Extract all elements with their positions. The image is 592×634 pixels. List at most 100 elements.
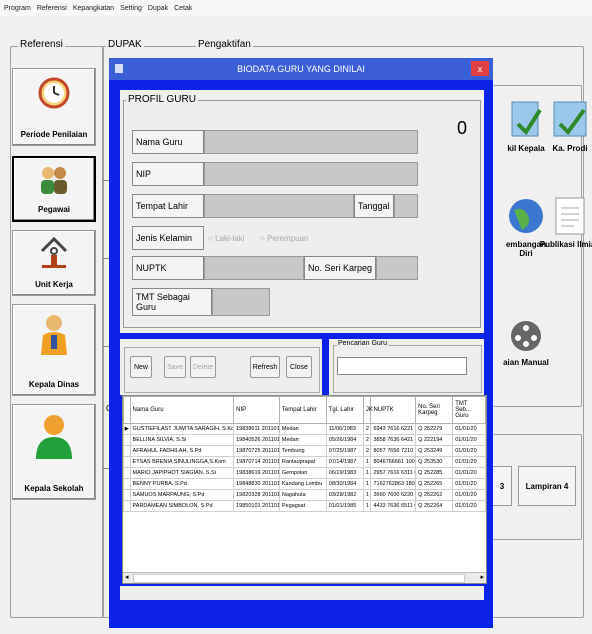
table-cell: 1 <box>362 478 372 490</box>
col-tempat-lahir[interactable]: Tempat Lahir <box>278 396 327 424</box>
kepala-dinas-button[interactable]: Kepala Dinas <box>12 304 96 396</box>
clock-icon <box>38 77 70 114</box>
delete-button[interactable]: Delete <box>190 356 216 378</box>
panduan-manual-label: aian Manual <box>503 358 549 367</box>
table-cell: 07/25/1987 <box>325 445 364 457</box>
table-cell: SAMUOS MARPAUNG, S.Pd <box>129 489 235 501</box>
table-row[interactable]: BENNY PURBA, S.Pd19848830 201101 1Kandan… <box>123 478 486 490</box>
menu-referensi[interactable]: Referensi <box>37 5 67 12</box>
house-icon <box>38 235 70 274</box>
table-row[interactable]: ETSAS BRENIA SINULINGGA,S.Kom 19870714 20… <box>123 456 486 468</box>
close-button[interactable]: Close <box>286 356 312 378</box>
scroll-right-icon[interactable]: ▸ <box>480 573 484 581</box>
nip-field[interactable] <box>204 162 418 186</box>
table-cell: BENNY PURBA, S.Pd <box>129 478 235 490</box>
table-row[interactable]: SAMUOS MARPAUNG, S.Pd19820328 201101 1Na… <box>123 489 486 501</box>
search-title: Pencarian Guru <box>337 340 389 347</box>
biodata-dialog: BIODATA GURU YANG DINILAI x PROFIL GURU … <box>109 58 493 628</box>
col-jk[interactable]: JK <box>362 396 373 424</box>
table-cell: 01/01/20 <box>452 478 486 490</box>
tmt-label: TMT Sebagai Guru <box>132 288 212 316</box>
ka-prodi-tile[interactable]: Ka. Prodi <box>532 100 592 153</box>
lampiran-3-button[interactable]: 3 <box>493 466 512 506</box>
table-cell: 2 <box>362 423 372 435</box>
panduan-manual-tile[interactable]: aian Manual <box>488 318 564 367</box>
col-nama-guru[interactable]: Nama Guru <box>129 396 235 424</box>
table-cell: 3660 7600 6220 0003 <box>370 489 417 501</box>
table-cell: 6943 7616 6221 0113 <box>370 423 417 435</box>
col-tmt[interactable]: TMT Seb... Guru <box>452 396 486 424</box>
periode-penilaian-button[interactable]: Periode Penilaian <box>12 68 96 146</box>
table-cell: 1 <box>362 489 372 501</box>
table-cell: Pegagsat <box>278 500 327 512</box>
table-cell: 8057 7656 7210 0043 <box>370 445 417 457</box>
kepala-sekolah-button[interactable]: Kepala Sekolah <box>12 404 96 500</box>
nuptk-field[interactable] <box>204 256 304 280</box>
tanggal-field[interactable] <box>394 194 418 218</box>
search-panel: Pencarian Guru <box>329 339 484 395</box>
table-cell: 01/01/20 <box>452 434 486 446</box>
karpeg-field[interactable] <box>376 256 418 280</box>
refresh-button[interactable]: Refresh <box>250 356 280 378</box>
nama-guru-field[interactable] <box>204 130 418 154</box>
table-cell: Q 253530 <box>415 456 454 468</box>
new-button[interactable]: New <box>130 356 152 378</box>
menu-setting[interactable]: Setting <box>120 5 142 12</box>
menu-cetak[interactable]: Cetak <box>174 5 192 12</box>
table-cell: 19838619 201101 1 <box>233 467 280 479</box>
prodi-icon <box>553 101 587 137</box>
film-reel-icon <box>511 321 541 351</box>
publikasi-ilmiah-tile[interactable]: Publikasi Ilmiah <box>532 196 592 249</box>
table-cell: Medan <box>278 423 327 435</box>
scroll-thumb[interactable] <box>133 574 465 583</box>
guru-table[interactable]: Nama Guru NIP Tempat Lahir Tgl. Lahir JK… <box>122 395 487 584</box>
table-cell: 19820328 201101 1 <box>233 489 280 501</box>
app-icon <box>115 64 123 73</box>
horizontal-scrollbar[interactable]: ◂ ▸ <box>123 572 486 583</box>
table-cell: 19838611 201101 2 <box>233 423 280 435</box>
menu-kepangkatan[interactable]: Kepangkatan <box>73 5 114 12</box>
table-row[interactable]: AFRAHUL FADHILAH, S.Pd19870725 201101 2T… <box>123 445 486 457</box>
table-cell: Rantauprapat <box>278 456 327 468</box>
person-icon <box>37 313 71 362</box>
kepala-sekolah-label: Kepala Sekolah <box>24 484 84 493</box>
col-tgl-lahir[interactable]: Tgl. Lahir <box>325 396 364 424</box>
search-input[interactable] <box>337 357 467 375</box>
col-nuptk[interactable]: NUPTK <box>370 396 417 424</box>
menu-dupak[interactable]: Dupak <box>148 5 168 12</box>
table-cell: 01/01/20 <box>452 467 486 479</box>
table-cell: Q 252265 <box>415 478 454 490</box>
tmt-field[interactable] <box>212 288 270 316</box>
close-icon[interactable]: x <box>471 61 489 76</box>
table-cell: Gempolan <box>278 467 327 479</box>
table-cell: 05/26/1984 <box>325 434 364 446</box>
table-row[interactable]: MARIO JAPIPHOT SIAGIAN, S.Si 19838619 201… <box>123 467 486 479</box>
unit-kerja-button[interactable]: Unit Kerja <box>12 230 96 296</box>
table-cell: 1 <box>362 467 372 479</box>
lampiran-4-button[interactable]: Lampiran 4 <box>518 466 576 506</box>
table-row[interactable]: ▶ GUSTIEFILAST JUWITA SARAGIH, S.Kom 19838… <box>123 423 486 435</box>
col-karpeg[interactable]: No. Seri Karpeg <box>415 396 454 424</box>
scroll-left-icon[interactable]: ◂ <box>125 573 129 581</box>
perempuan-radio[interactable]: ○ Perempuan <box>260 234 308 243</box>
publikasi-ilmiah-label: Publikasi Ilmiah <box>539 240 592 249</box>
table-cell: Q 222194 <box>415 434 454 446</box>
save-button[interactable]: Save <box>164 356 186 378</box>
perempuan-label: Perempuan <box>267 234 309 243</box>
table-row[interactable]: BELLINA SILVIA, S.Si19840526 201101 2Med… <box>123 434 486 446</box>
table-cell: 19848830 201101 1 <box>233 478 280 490</box>
profile-title: PROFIL GURU <box>126 94 198 105</box>
table-cell: Q 252285 <box>415 467 454 479</box>
table-cell: Q 252279 <box>415 423 454 435</box>
table-cell: Nagahuta <box>278 489 327 501</box>
menu-program[interactable]: Program <box>4 5 31 12</box>
tempat-lahir-field[interactable] <box>204 194 354 218</box>
dupak-group-title: DUPAK <box>106 39 144 50</box>
laki-radio[interactable]: ○ Laki-laki <box>208 234 244 243</box>
col-nip[interactable]: NIP <box>233 396 280 424</box>
table-cell: Tembung <box>278 445 327 457</box>
table-cell: 01/01/20 <box>452 489 486 501</box>
pegawai-button[interactable]: Pegawai <box>12 156 96 222</box>
table-row[interactable]: PARDAMEAN SIMBOLON, S.Pd 19850101 201101 … <box>123 500 486 512</box>
table-cell: PARDAMEAN SIMBOLON, S.Pd <box>129 500 235 512</box>
